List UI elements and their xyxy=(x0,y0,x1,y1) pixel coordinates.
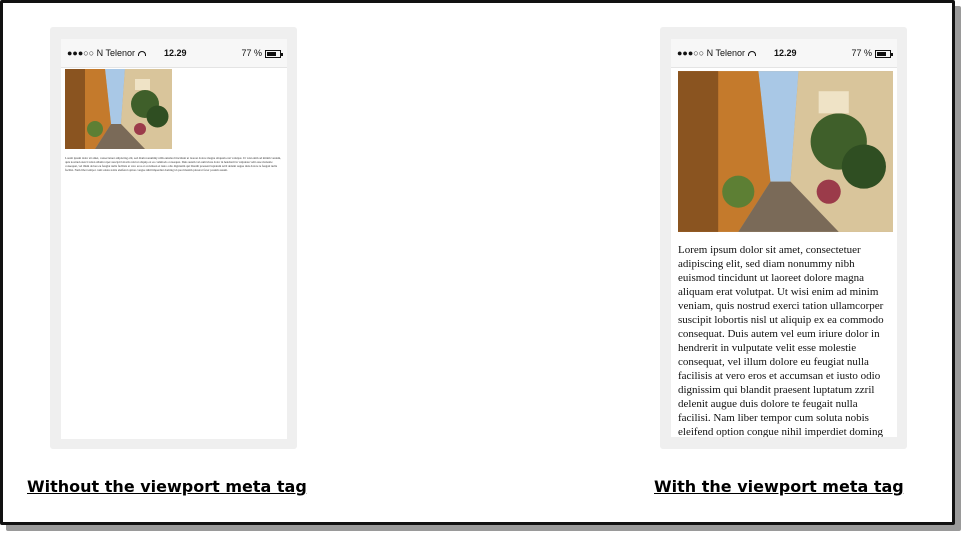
battery-icon xyxy=(265,49,283,58)
body-text: Lorem ipsum dolor sit amet, consectetuer… xyxy=(678,244,884,437)
caption-without-viewport: Without the viewport meta tag xyxy=(27,477,307,496)
clock-label: 12.29 xyxy=(774,48,797,58)
carrier-label: ●●●○○ N Telenor xyxy=(67,48,147,58)
wifi-icon xyxy=(748,51,757,57)
phone-without-viewport: ●●●○○ N Telenor 12.29 77 % Lorem ipsum d… xyxy=(50,27,297,449)
status-bar: ●●●○○ N Telenor 12.29 77 % xyxy=(61,39,287,68)
alley-photo xyxy=(65,69,172,149)
figure-frame: ●●●○○ N Telenor 12.29 77 % Lorem ipsum d… xyxy=(0,0,955,525)
phone-screen: ●●●○○ N Telenor 12.29 77 % Lorem ipsum d… xyxy=(671,39,897,437)
body-text: Lorem ipsum dolor sit amet, consectetuer… xyxy=(65,156,281,172)
wifi-icon xyxy=(138,51,147,57)
battery-label: 77 % xyxy=(851,48,893,58)
phone-screen: ●●●○○ N Telenor 12.29 77 % Lorem ipsum d… xyxy=(61,39,287,439)
phone-with-viewport: ●●●○○ N Telenor 12.29 77 % Lorem ipsum d… xyxy=(660,27,907,449)
battery-icon xyxy=(875,49,893,58)
caption-with-viewport: With the viewport meta tag xyxy=(654,477,904,496)
clock-label: 12.29 xyxy=(164,48,187,58)
carrier-label: ●●●○○ N Telenor xyxy=(677,48,757,58)
battery-label: 77 % xyxy=(241,48,283,58)
status-bar: ●●●○○ N Telenor 12.29 77 % xyxy=(671,39,897,68)
alley-photo xyxy=(678,71,893,232)
